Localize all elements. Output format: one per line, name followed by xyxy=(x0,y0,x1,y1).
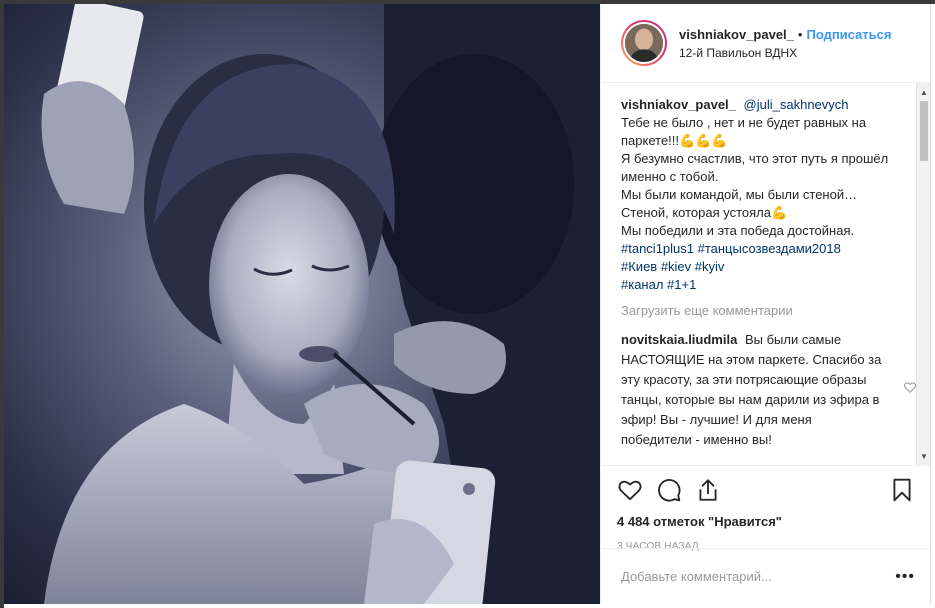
post-caption: vishniakov_pavel_ @juli_sakhnevych Тебе … xyxy=(621,96,901,294)
post-actions: 4 484 отметок "Нравится" 3 часов назад xyxy=(601,465,931,552)
comment-item: novitskaia.liudmila Вы были самые НАСТОЯ… xyxy=(621,330,917,450)
load-more-comments-button[interactable]: Загрузить еще комментарии xyxy=(621,302,901,320)
post-photo[interactable] xyxy=(4,4,600,604)
comments-scrollbar[interactable]: ▲ ▼ xyxy=(916,83,930,465)
comment-username[interactable]: novitskaia.liudmila xyxy=(621,332,737,347)
profile-photo xyxy=(625,24,663,62)
post-header: vishniakov_pavel_ • Подписаться 12-й Пав… xyxy=(601,4,930,83)
comment-text: Вы были самые НАСТОЯЩИЕ на этом паркете.… xyxy=(621,332,882,447)
scroll-up-arrow-icon[interactable]: ▲ xyxy=(917,85,931,99)
bookmark-icon[interactable] xyxy=(889,477,915,503)
action-icons-row xyxy=(617,470,915,510)
likes-count[interactable]: 4 484 отметок "Нравится" xyxy=(617,514,915,529)
share-icon[interactable] xyxy=(695,477,721,503)
caption-username[interactable]: vishniakov_pavel_ xyxy=(621,97,736,112)
heart-icon[interactable] xyxy=(617,477,643,503)
caption-line: Я безумно счастлив, что этот путь я прош… xyxy=(621,151,889,184)
post-username[interactable]: vishniakov_pavel_ xyxy=(679,27,794,42)
caption-hashtags[interactable]: #Киев #kiev #kyiv xyxy=(621,259,724,274)
add-comment-input[interactable] xyxy=(621,569,896,584)
post-location[interactable]: 12-й Павильон ВДНХ xyxy=(679,46,891,60)
follow-button[interactable]: Подписаться xyxy=(806,27,891,42)
post-side-panel: vishniakov_pavel_ • Подписаться 12-й Пав… xyxy=(600,4,931,604)
add-comment-bar: ••• xyxy=(601,548,931,604)
comments-list[interactable]: vishniakov_pavel_ @juli_sakhnevych Тебе … xyxy=(601,83,931,465)
scroll-down-arrow-icon[interactable]: ▼ xyxy=(917,449,931,463)
caption-line: Мы были командой, мы были стеной… xyxy=(621,187,858,202)
caption-line: Мы победили и эта победа достойная. xyxy=(621,223,855,238)
comment-like-heart-icon[interactable] xyxy=(903,380,917,394)
more-options-icon[interactable]: ••• xyxy=(895,568,915,586)
photo-illustration xyxy=(41,4,600,604)
avatar-story-ring[interactable] xyxy=(621,20,667,66)
scrollbar-thumb[interactable] xyxy=(920,101,928,161)
caption-hashtags[interactable]: #tanci1plus1 #танцысозвездами2018 xyxy=(621,241,841,256)
comment-icon[interactable] xyxy=(656,477,682,503)
avatar[interactable] xyxy=(623,22,665,64)
header-text: vishniakov_pavel_ • Подписаться 12-й Пав… xyxy=(679,27,891,60)
caption-mention[interactable]: @juli_sakhnevych xyxy=(744,97,849,112)
separator-dot: • xyxy=(797,26,803,42)
caption-line: Тебе не было , нет и не будет равных на … xyxy=(621,115,867,148)
caption-hashtags[interactable]: #канал #1+1 xyxy=(621,277,696,292)
header-row: vishniakov_pavel_ • Подписаться xyxy=(679,27,891,42)
caption-line: Стеной, которая устояла💪 xyxy=(621,205,788,220)
